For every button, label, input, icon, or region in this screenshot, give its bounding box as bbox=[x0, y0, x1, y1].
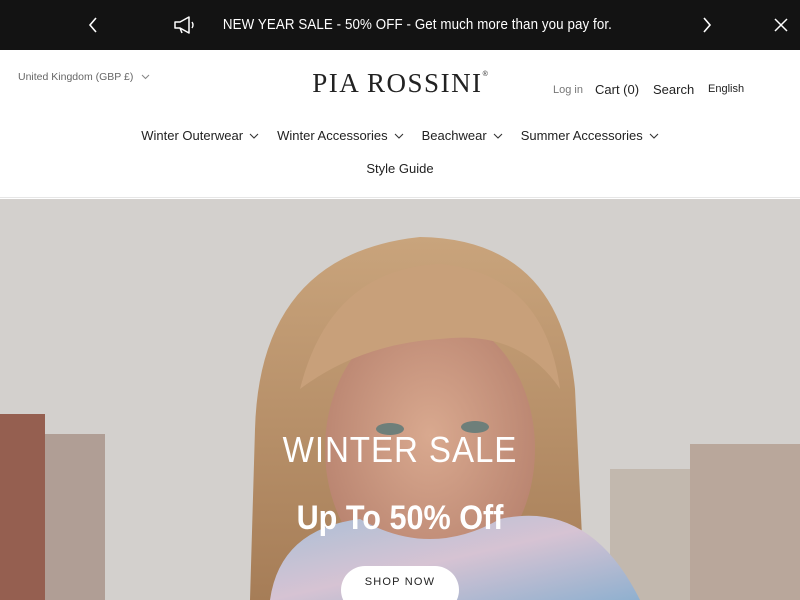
nav-item-label: Beachwear bbox=[421, 128, 487, 143]
megaphone-icon bbox=[173, 16, 194, 34]
chevron-down-icon bbox=[394, 133, 404, 139]
chevron-down-icon bbox=[249, 133, 259, 139]
nav-item-summer-accessories[interactable]: Summer Accessories bbox=[521, 128, 659, 143]
nav-item-winter-outerwear[interactable]: Winter Outerwear bbox=[141, 128, 259, 143]
announcement-text: NEW YEAR SALE - 50% OFF - Get much more … bbox=[222, 17, 612, 33]
nav-item-beachwear[interactable]: Beachwear bbox=[422, 128, 503, 143]
main-nav: Winter Outerwear Winter Accessories Beac… bbox=[0, 128, 800, 143]
shop-now-button[interactable]: SHOP NOW bbox=[341, 566, 459, 600]
site-header: United Kingdom (GBP £) PIA ROSSINI® Log … bbox=[0, 50, 800, 198]
hero-image bbox=[0, 199, 800, 600]
announcement-bar: NEW YEAR SALE - 50% OFF - Get much more … bbox=[0, 0, 800, 50]
close-icon bbox=[774, 18, 788, 32]
nav-item-label: Winter Accessories bbox=[277, 128, 388, 143]
chevron-down-icon bbox=[493, 133, 503, 139]
shop-now-label: SHOP NOW bbox=[364, 576, 436, 588]
search-link[interactable]: Search bbox=[653, 82, 694, 97]
hero-subtitle: Up To 50% Off bbox=[296, 499, 504, 537]
hero-banner: WINTER SALE Up To 50% Off SHOP NOW bbox=[0, 199, 800, 600]
chevron-right-icon bbox=[703, 17, 712, 33]
next-announcement-button[interactable] bbox=[696, 14, 718, 36]
nav-item-winter-accessories[interactable]: Winter Accessories bbox=[277, 128, 404, 143]
nav-item-label: Summer Accessories bbox=[520, 128, 643, 143]
close-announcement-button[interactable] bbox=[770, 14, 792, 36]
chevron-down-icon bbox=[649, 133, 659, 139]
logo-text: PIA ROSSINI bbox=[312, 68, 483, 98]
logo-registered-mark: ® bbox=[482, 71, 488, 78]
login-link[interactable]: Log in bbox=[553, 84, 583, 96]
nav-item-style-guide[interactable]: Style Guide bbox=[366, 161, 433, 176]
hero-title: WINTER SALE bbox=[282, 429, 518, 470]
language-selector[interactable]: English bbox=[708, 83, 744, 95]
nav-item-label: Winter Outerwear bbox=[141, 128, 244, 143]
announcement-message[interactable]: NEW YEAR SALE - 50% OFF - Get much more … bbox=[0, 0, 800, 50]
secondary-nav: Style Guide bbox=[0, 160, 800, 178]
cart-link[interactable]: Cart (0) bbox=[595, 82, 639, 97]
